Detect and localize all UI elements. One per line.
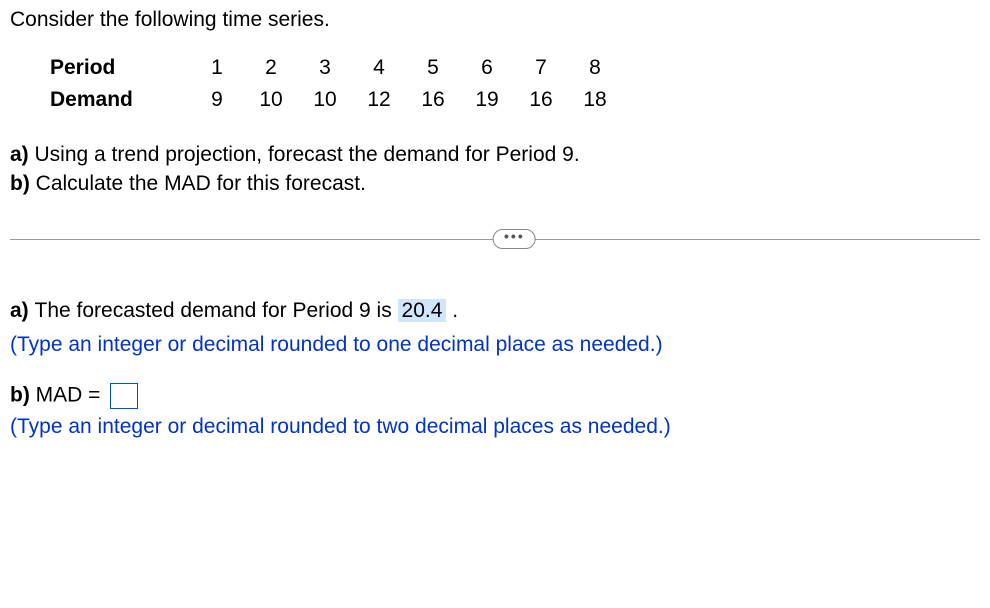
demand-cell: 9	[190, 84, 244, 116]
period-cell: 4	[352, 52, 406, 84]
question-a-prefix: a)	[10, 143, 35, 166]
period-cell: 6	[460, 52, 514, 84]
question-b-prefix: b)	[10, 172, 36, 195]
question-b: b) Calculate the MAD for this forecast.	[10, 169, 980, 198]
period-cell: 1	[190, 52, 244, 84]
answer-b-line: b) MAD =	[10, 383, 980, 409]
period-cell: 7	[514, 52, 568, 84]
answer-a-value: 20.4	[398, 299, 447, 322]
answer-a-text: The forecasted demand for Period 9 is	[35, 299, 398, 322]
instruction-b: (Type an integer or decimal rounded to t…	[10, 415, 980, 439]
period-cell: 3	[298, 52, 352, 84]
period-cell: 5	[406, 52, 460, 84]
question-block: a) Using a trend projection, forecast th…	[10, 140, 980, 199]
demand-cell: 16	[514, 84, 568, 116]
period-label: Period	[50, 52, 190, 84]
question-a: a) Using a trend projection, forecast th…	[10, 140, 980, 169]
instruction-a: (Type an integer or decimal rounded to o…	[10, 333, 980, 357]
answer-a-line: a) The forecasted demand for Period 9 is…	[10, 299, 980, 323]
period-cell: 8	[568, 52, 622, 84]
demand-cell: 10	[244, 84, 298, 116]
question-a-text: Using a trend projection, forecast the d…	[35, 143, 580, 166]
table-row: Demand 9 10 10 12 16 19 16 18	[50, 84, 622, 116]
demand-cell: 18	[568, 84, 622, 116]
answer-b-prefix: b)	[10, 383, 36, 406]
time-series-table: Period 1 2 3 4 5 6 7 8 Demand 9 10 10 12…	[50, 52, 622, 116]
period-cell: 2	[244, 52, 298, 84]
data-table-wrap: Period 1 2 3 4 5 6 7 8 Demand 9 10 10 12…	[50, 52, 980, 116]
mad-input[interactable]	[110, 383, 138, 409]
intro-text: Consider the following time series.	[10, 8, 980, 32]
question-b-text: Calculate the MAD for this forecast.	[36, 172, 366, 195]
divider: •••	[10, 229, 980, 249]
answer-b-text: MAD =	[36, 383, 107, 406]
expand-button[interactable]: •••	[493, 229, 536, 249]
answer-a-prefix: a)	[10, 299, 35, 322]
demand-cell: 16	[406, 84, 460, 116]
demand-cell: 12	[352, 84, 406, 116]
demand-label: Demand	[50, 84, 190, 116]
answer-a-suffix: .	[446, 299, 458, 322]
demand-cell: 19	[460, 84, 514, 116]
table-row: Period 1 2 3 4 5 6 7 8	[50, 52, 622, 84]
demand-cell: 10	[298, 84, 352, 116]
